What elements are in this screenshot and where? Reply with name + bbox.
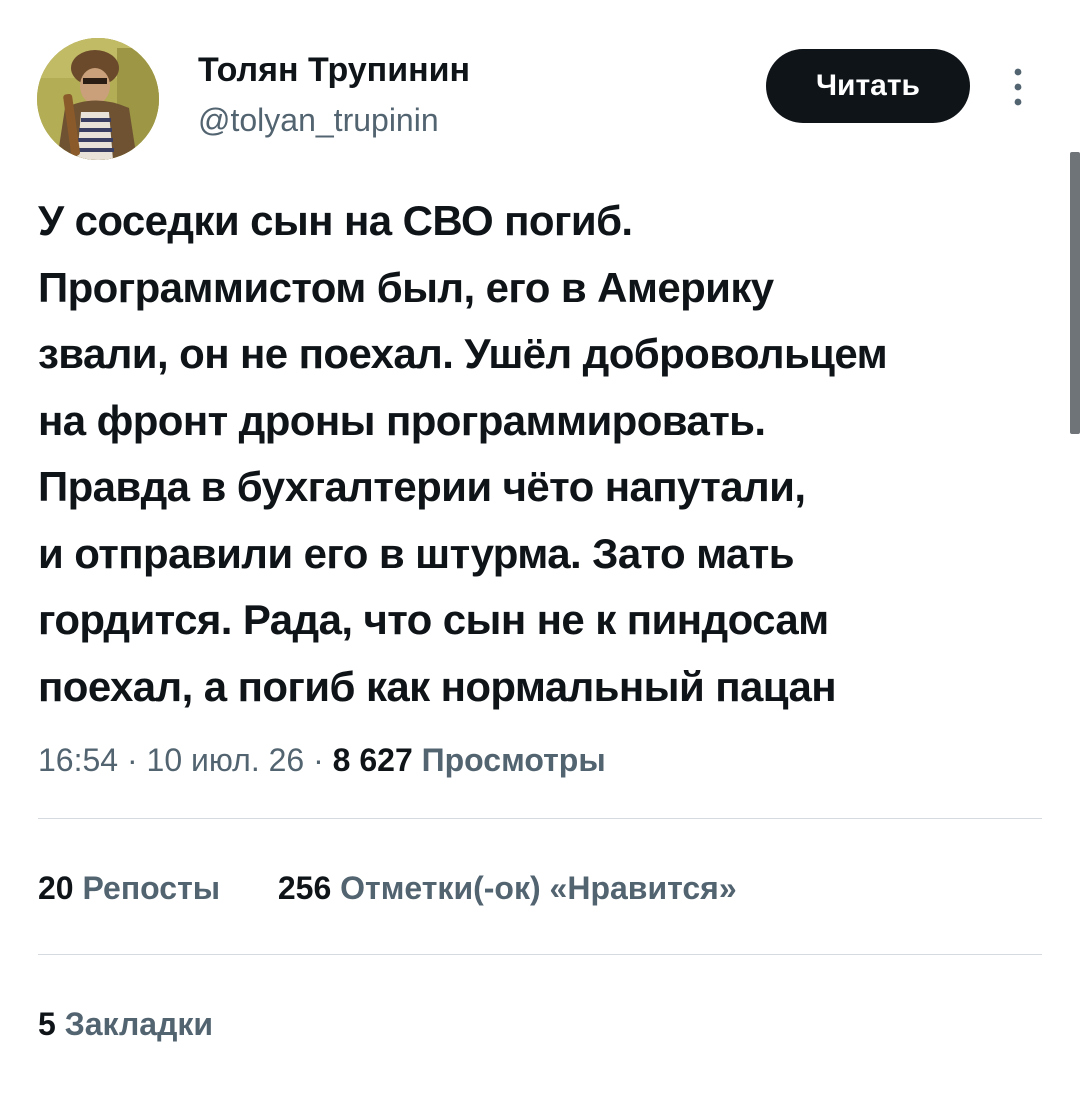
author-name[interactable]: Толян Трупинин bbox=[198, 50, 470, 90]
more-vertical-icon[interactable] bbox=[1004, 64, 1032, 110]
divider bbox=[38, 818, 1042, 819]
engagement-stats: 20 Репосты 256 Отметки(-ок) «Нравится» bbox=[38, 866, 737, 910]
divider bbox=[38, 954, 1042, 955]
likes-label: Отметки(-ок) «Нравится» bbox=[340, 870, 737, 906]
views-label: Просмотры bbox=[421, 742, 606, 778]
likes-stat[interactable]: 256 Отметки(-ок) «Нравится» bbox=[269, 870, 737, 906]
avatar-image bbox=[37, 38, 159, 160]
follow-button[interactable]: Читать bbox=[766, 49, 970, 123]
likes-count: 256 bbox=[277, 870, 332, 906]
meta-separator: · bbox=[126, 742, 138, 778]
meta-separator: · bbox=[313, 742, 324, 778]
author-handle[interactable]: @tolyan_trupinin bbox=[198, 100, 439, 140]
reposts-label: Репосты bbox=[82, 870, 221, 906]
bookmarks-label: Закладки bbox=[64, 1006, 214, 1042]
reposts-stat[interactable]: 20 Репосты bbox=[38, 870, 229, 906]
bookmarks-count: 5 bbox=[38, 1006, 56, 1042]
tweet-time[interactable]: 16:54 bbox=[38, 742, 118, 778]
tweet-meta: 16:54 · 10 июл. 26 · 8 627 Просмотры bbox=[38, 738, 606, 782]
reposts-count: 20 bbox=[38, 870, 74, 906]
author-avatar[interactable] bbox=[37, 38, 159, 160]
bookmarks-stat[interactable]: 5 Закладки bbox=[38, 1002, 213, 1046]
scrollbar[interactable] bbox=[1070, 152, 1080, 434]
views-count: 8 627 bbox=[332, 742, 413, 778]
tweet-date[interactable]: 10 июл. 26 bbox=[147, 742, 305, 778]
tweet-text: У соседки сын на СВО погиб. Программисто… bbox=[38, 197, 888, 710]
